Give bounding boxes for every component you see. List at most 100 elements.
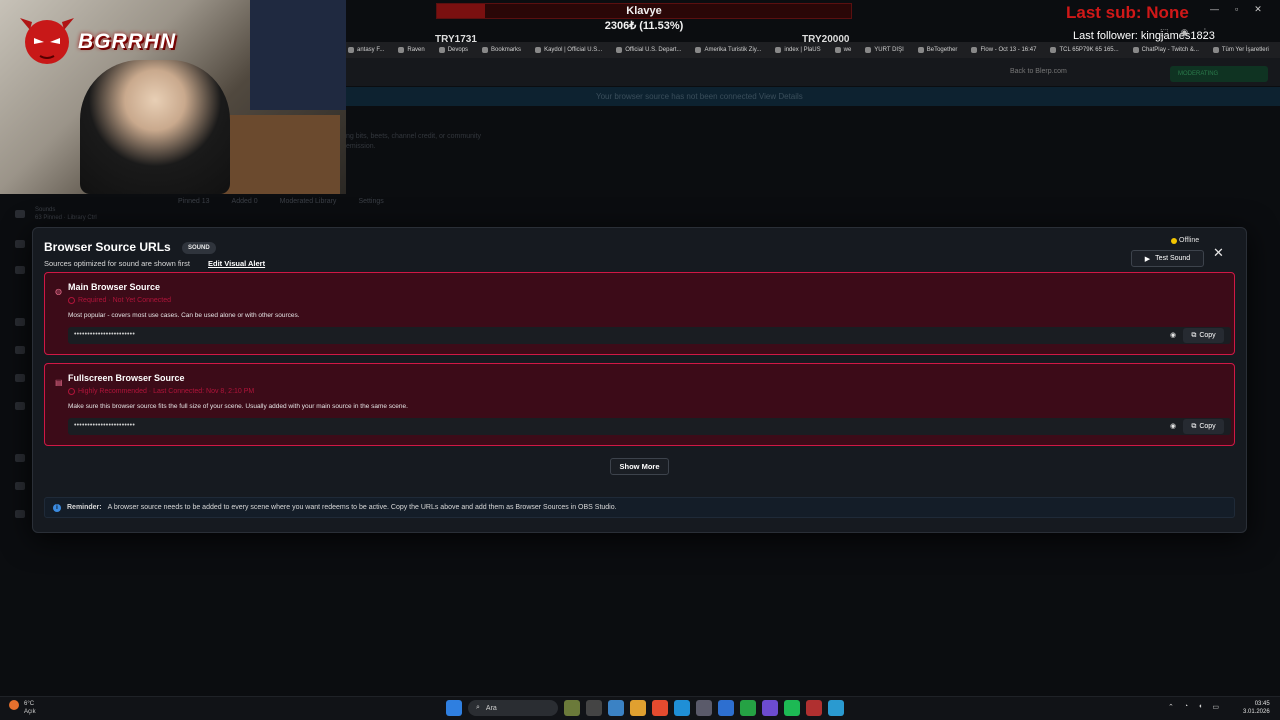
spotify-icon[interactable] (784, 700, 800, 716)
start-icon[interactable] (446, 700, 462, 716)
close-window-icon[interactable]: ✕ (1254, 4, 1262, 15)
background-description-line: ng bits, beets, channel credit, or commu… (346, 133, 482, 140)
background-tab[interactable]: Settings (358, 198, 383, 205)
sidebar-sounds-icon[interactable] (15, 210, 25, 218)
bookmark-item[interactable]: antasy F... (348, 47, 384, 53)
menu-icon[interactable]: ⋮ (1200, 27, 1209, 38)
close-modal-button[interactable]: ✕ (1213, 246, 1224, 260)
extension-icon[interactable]: ⬚ (1160, 27, 1169, 38)
bookmark-item[interactable]: Raven (398, 47, 425, 53)
source-url-field[interactable]: ••••••••••••••••••••••• (68, 327, 1231, 344)
bookmark-item[interactable]: TCL 65P79K 65 165... (1050, 47, 1119, 53)
sounds-subtitle: 63 Pinned · Library Ctrl (35, 215, 97, 221)
status-dot-icon (1171, 237, 1177, 244)
maximize-icon[interactable]: ▫ (1235, 4, 1238, 15)
widgets-icon[interactable] (564, 700, 580, 716)
edit-visual-alert-link[interactable]: Edit Visual Alert (208, 259, 265, 268)
eye-icon[interactable]: ◉ (1170, 331, 1176, 339)
minimize-icon[interactable]: — (1210, 4, 1219, 15)
sidebar-tag-icon[interactable] (15, 374, 25, 382)
bookmark-icon (865, 47, 872, 53)
sidebar-bulb-icon[interactable] (15, 346, 25, 354)
banner-text: Your browser source has not been connect… (596, 92, 803, 101)
chrome-icon[interactable] (652, 700, 668, 716)
bookmark-label: YURT DIŞI (874, 47, 904, 53)
bookmark-item[interactable]: Bookmarks (482, 47, 521, 53)
file-explorer-icon[interactable] (630, 700, 646, 716)
copy-icon: ⧉ (1191, 331, 1197, 339)
bookmark-item[interactable]: Official U.S. Depart... (616, 47, 681, 53)
background-tab[interactable]: Moderated Library (280, 198, 337, 205)
bookmark-item[interactable]: index | PlaUS (775, 47, 821, 53)
background-tab[interactable]: Added 0 (232, 198, 258, 205)
back-to-blerp-link[interactable]: Back to Blerp.com (1010, 68, 1067, 75)
weather-temp: 6°C (24, 701, 35, 707)
webcam-person (80, 60, 230, 194)
source-description: Make sure this browser source fits the f… (68, 403, 408, 410)
background-description: ng bits, beets, channel credit, or commu… (346, 132, 481, 152)
copilot-icon[interactable] (608, 700, 624, 716)
moderating-toggle[interactable]: MODERATING (1170, 66, 1268, 82)
task-view-icon[interactable] (586, 700, 602, 716)
whatsapp-icon[interactable] (740, 700, 756, 716)
background-tab[interactable]: Pinned 13 (178, 198, 210, 205)
bookmark-item[interactable]: Flow - Oct 13 - 16:47 (971, 47, 1036, 53)
fullscreen-browser-source-card: ▤ Fullscreen Browser Source Highly Recom… (44, 363, 1235, 446)
chevron-up-icon[interactable]: ⌃ (1168, 703, 1174, 711)
bookmark-icon (398, 47, 405, 53)
bookmark-label: Official U.S. Depart... (625, 47, 682, 53)
source-status: Highly Recommended · Last Connected: Nov… (68, 388, 254, 395)
bookmark-item[interactable]: ChatPlay - Twitch &... (1132, 47, 1199, 53)
weather-widget[interactable]: 6°C Açık (24, 700, 36, 716)
left-sidebar (0, 194, 34, 694)
sidebar-chat-icon[interactable] (15, 266, 25, 274)
outlook-icon[interactable] (718, 700, 734, 716)
taskbar-search[interactable]: ⌕ Ara (468, 700, 558, 716)
play-icon: ▶ (1144, 255, 1151, 263)
store-icon[interactable] (696, 700, 712, 716)
clock[interactable]: 03:45 3.01.2026 (1243, 700, 1270, 716)
copy-label: Copy (1199, 423, 1216, 430)
background-tabs: Pinned 13 Added 0 Moderated Library Setting… (178, 198, 384, 205)
battery-icon[interactable]: ▭ (1212, 703, 1219, 711)
sidebar-share-icon[interactable] (15, 318, 25, 326)
bookmark-icon (1050, 47, 1057, 53)
obs-icon[interactable] (806, 700, 822, 716)
eye-icon[interactable]: ◉ (1170, 422, 1176, 430)
bookmark-item[interactable]: Tüm Yer İşaretleri (1212, 47, 1269, 53)
bookmark-icon (1132, 47, 1139, 53)
bookmark-item[interactable]: YURT DIŞI (865, 47, 904, 53)
bookmark-label: antasy F... (357, 47, 385, 53)
source-url-field[interactable]: ••••••••••••••••••••••• (68, 418, 1231, 435)
bookmark-label: Amerika Turistik Ziy... (704, 47, 762, 53)
sidebar-users-icon[interactable] (15, 240, 25, 248)
source-description: Most popular - covers most use cases. Ca… (68, 312, 300, 319)
webcam-curtain (250, 0, 346, 110)
window-controls: — ▫ ✕ (1210, 4, 1262, 15)
sidebar-extras-icon[interactable] (15, 454, 25, 462)
edge-icon[interactable] (674, 700, 690, 716)
bookmark-item[interactable]: Amerika Turistik Ziy... (695, 47, 761, 53)
discord-icon[interactable] (762, 700, 778, 716)
browser-toolbar-icons: ⬚ ◉ ⋮ (1160, 27, 1209, 38)
bookmark-item[interactable]: Devops (438, 47, 468, 53)
sidebar-link-icon[interactable] (15, 482, 25, 490)
bookmark-item[interactable]: Kaydol | Official U.S... (535, 47, 602, 53)
show-more-button[interactable]: Show More (610, 458, 669, 475)
test-sound-button[interactable]: ▶ Test Sound (1131, 250, 1204, 267)
bookmark-label: BeTogether (926, 47, 958, 53)
sidebar-settings-icon[interactable] (15, 402, 25, 410)
weather-icon[interactable] (9, 700, 19, 710)
copy-button[interactable]: ⧉ Copy (1183, 419, 1224, 434)
bookmark-item[interactable]: BeTogether (917, 47, 958, 53)
network-icon[interactable]: ◔ (1184, 703, 1188, 711)
volume-icon[interactable]: ◖ (1198, 703, 1202, 711)
bookmarks-bar: antasy F... Raven Devops Bookmarks Kaydol | … (346, 42, 1280, 58)
sidebar-globe-icon[interactable] (15, 510, 25, 518)
profile-icon[interactable]: ◉ (1181, 27, 1189, 38)
bookmark-item[interactable]: we (834, 47, 851, 53)
notepad-icon[interactable] (828, 700, 844, 716)
copy-icon: ⧉ (1191, 422, 1197, 430)
modal-subtitle: Sources optimized for sound are shown fi… (44, 259, 190, 268)
copy-button[interactable]: ⧉ Copy (1183, 328, 1224, 343)
